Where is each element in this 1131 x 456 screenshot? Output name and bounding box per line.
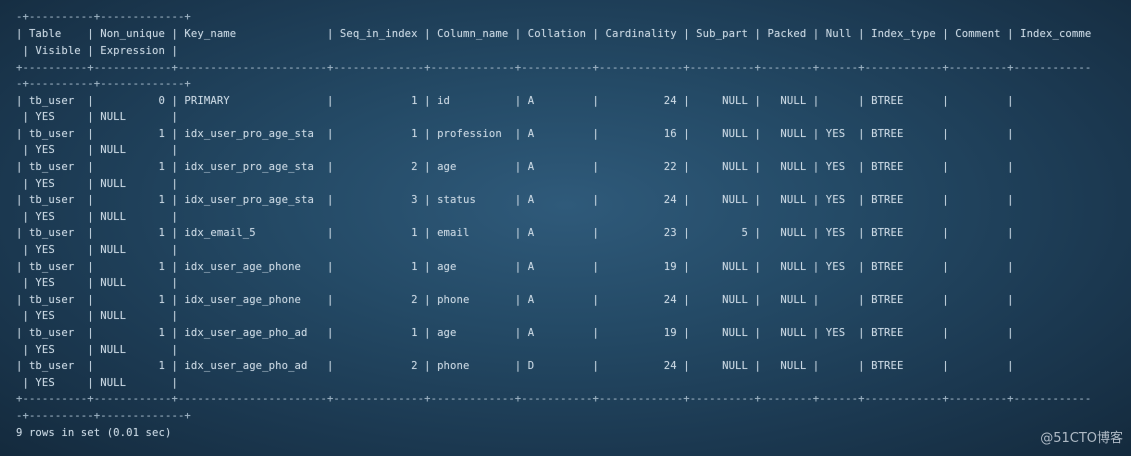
table-row-continued: | YES | NULL |: [16, 244, 178, 256]
table-row-continued: | YES | NULL |: [16, 144, 178, 156]
table-border: -+----------+-------------+: [16, 11, 191, 23]
table-row-continued: | YES | NULL |: [16, 377, 178, 389]
table-header-row-continued: | Visible | Expression |: [16, 45, 178, 57]
terminal-output[interactable]: -+----------+-------------+ | Table | No…: [0, 0, 1131, 456]
table-row: | tb_user | 1 | idx_user_pro_age_sta | 1…: [16, 128, 1014, 140]
table-row: | tb_user | 1 | idx_user_pro_age_sta | 3…: [16, 194, 1014, 206]
table-row: | tb_user | 1 | idx_user_age_pho_ad | 2 …: [16, 360, 1014, 372]
table-row-continued: | YES | NULL |: [16, 310, 178, 322]
table-row-continued: | YES | NULL |: [16, 211, 178, 223]
table-border: +----------+------------+---------------…: [16, 62, 1092, 74]
table-border: +----------+------------+---------------…: [16, 393, 1092, 405]
table-row: | tb_user | 0 | PRIMARY | 1 | id | A | 2…: [16, 95, 1014, 107]
table-row: | tb_user | 1 | idx_user_age_pho_ad | 1 …: [16, 327, 1014, 339]
table-row-continued: | YES | NULL |: [16, 111, 178, 123]
table-row-continued: | YES | NULL |: [16, 277, 178, 289]
table-row: | tb_user | 1 | idx_user_age_phone | 2 |…: [16, 294, 1014, 306]
table-border: -+----------+-------------+: [16, 78, 191, 90]
table-border: -+----------+-------------+: [16, 410, 191, 422]
table-header-row: | Table | Non_unique | Key_name | Seq_in…: [16, 28, 1092, 40]
result-summary: 9 rows in set (0.01 sec): [16, 427, 172, 439]
table-row-continued: | YES | NULL |: [16, 178, 178, 190]
watermark: @51CTO博客: [1040, 431, 1123, 446]
table-row: | tb_user | 1 | idx_user_pro_age_sta | 2…: [16, 161, 1014, 173]
table-row: | tb_user | 1 | idx_email_5 | 1 | email …: [16, 227, 1014, 239]
table-row: | tb_user | 1 | idx_user_age_phone | 1 |…: [16, 261, 1014, 273]
table-row-continued: | YES | NULL |: [16, 344, 178, 356]
